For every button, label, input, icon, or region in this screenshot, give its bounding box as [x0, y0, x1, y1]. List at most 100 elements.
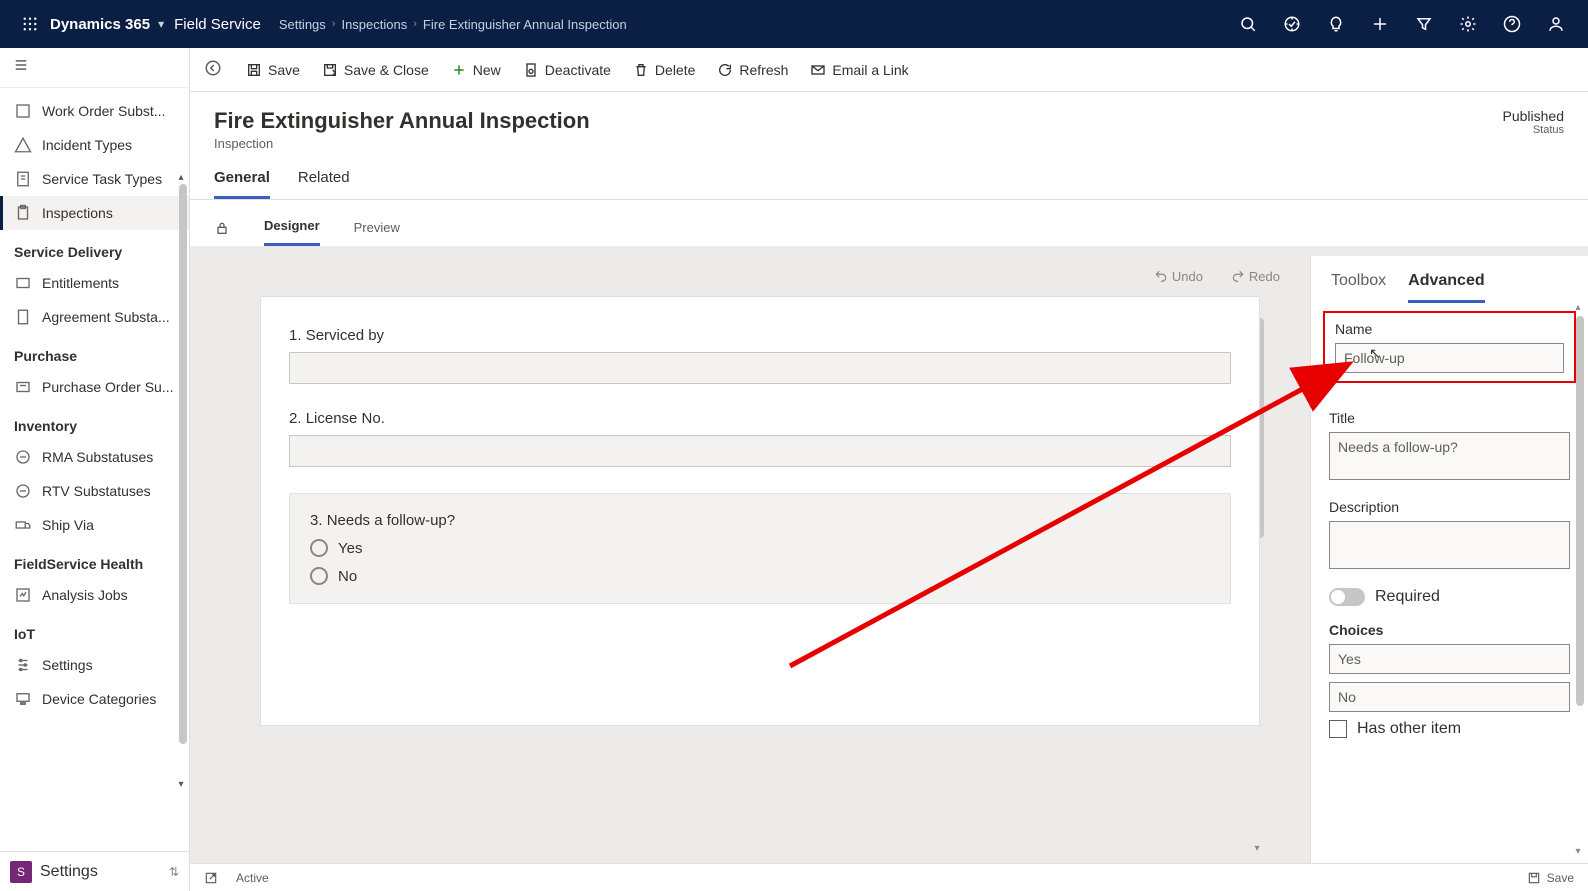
email-link-button[interactable]: Email a Link	[810, 62, 908, 78]
command-bar: Save Save & Close New Deactivate Delete …	[190, 48, 1588, 92]
cmd-label: Save & Close	[344, 62, 429, 78]
tab-advanced[interactable]: Advanced	[1408, 272, 1484, 303]
new-button[interactable]: New	[451, 62, 501, 78]
subtab-designer[interactable]: Designer	[264, 210, 320, 246]
sidebar-item-analysis[interactable]: Analysis Jobs	[0, 578, 189, 612]
bulb-icon[interactable]	[1314, 0, 1358, 48]
required-toggle[interactable]	[1329, 588, 1365, 606]
canvas-scroll-down-icon[interactable]: ▾	[1250, 843, 1264, 857]
description-input[interactable]	[1329, 521, 1570, 569]
sidebar-item-label: Agreement Substa...	[42, 309, 170, 325]
tab-general[interactable]: General	[214, 169, 270, 199]
record-status: Active	[236, 871, 269, 885]
app-launcher-icon[interactable]	[10, 0, 50, 48]
chevron-down-icon[interactable]: ▾	[158, 17, 164, 31]
sidebar-item-inspections[interactable]: Inspections	[0, 196, 189, 230]
highlighted-name-field: Name	[1323, 311, 1576, 383]
sidebar-item-label: Purchase Order Su...	[42, 379, 174, 395]
license-no-input[interactable]	[289, 435, 1231, 467]
sidebar-item-iot-settings[interactable]: Settings	[0, 648, 189, 682]
undo-button[interactable]: Undo	[1154, 269, 1203, 284]
brand-label[interactable]: Dynamics 365	[50, 16, 150, 33]
hamburger-icon[interactable]	[12, 58, 34, 77]
serviced-by-input[interactable]	[289, 352, 1231, 384]
sidebar-item-label: Analysis Jobs	[42, 587, 128, 603]
search-icon[interactable]	[1226, 0, 1270, 48]
footer-save[interactable]: Save	[1547, 871, 1574, 885]
scroll-down-icon[interactable]: ▾	[175, 779, 187, 791]
refresh-button[interactable]: Refresh	[717, 62, 788, 78]
tab-related[interactable]: Related	[298, 169, 350, 199]
radio-yes[interactable]: Yes	[310, 539, 1210, 557]
save-button[interactable]: Save	[246, 62, 300, 78]
redo-button[interactable]: Redo	[1231, 269, 1280, 284]
question-serviced-by[interactable]: 1. Serviced by	[289, 327, 1231, 384]
lock-icon	[214, 220, 230, 236]
sidebar-item-entitlements[interactable]: Entitlements	[0, 266, 189, 300]
panel-scroll-down-icon[interactable]: ▾	[1572, 846, 1584, 857]
popout-icon[interactable]	[204, 871, 218, 885]
sidebar-item-label: RMA Substatuses	[42, 449, 153, 465]
sidebar-section-purchase: Purchase	[0, 334, 189, 370]
save-icon[interactable]	[1527, 871, 1541, 885]
choice-yes-input[interactable]: Yes	[1329, 644, 1570, 674]
has-other-checkbox[interactable]	[1329, 720, 1347, 738]
designer-canvas: 1. Serviced by 2. License No. 3. Needs a…	[260, 296, 1260, 726]
page-subtitle: Inspection	[214, 136, 590, 151]
status-label: Status	[1503, 124, 1565, 136]
canvas-toolbar: Undo Redo	[200, 256, 1300, 296]
content-area: Save Save & Close New Deactivate Delete …	[190, 48, 1588, 891]
tab-toolbox[interactable]: Toolbox	[1331, 272, 1386, 303]
sidebar-scrollbar[interactable]	[179, 184, 187, 744]
scroll-up-icon[interactable]: ▴	[175, 172, 187, 184]
breadcrumb-settings[interactable]: Settings	[279, 17, 326, 32]
save-close-button[interactable]: Save & Close	[322, 62, 429, 78]
sidebar-item-rma[interactable]: RMA Substatuses	[0, 440, 189, 474]
help-icon[interactable]	[1490, 0, 1534, 48]
sidebar-item-ship-via[interactable]: Ship Via	[0, 508, 189, 542]
sidebar-area-switcher[interactable]: S Settings ⇅	[0, 851, 189, 891]
chevron-right-icon: ›	[332, 18, 336, 30]
btn-label: Redo	[1249, 269, 1280, 284]
title-input[interactable]: Needs a follow-up?	[1329, 432, 1570, 480]
sidebar-item-label: Incident Types	[42, 137, 132, 153]
filter-icon[interactable]	[1402, 0, 1446, 48]
breadcrumb-inspections[interactable]: Inspections	[341, 17, 407, 32]
name-input[interactable]	[1335, 343, 1564, 373]
plus-icon[interactable]	[1358, 0, 1402, 48]
has-other-row[interactable]: Has other item	[1329, 720, 1570, 738]
module-label[interactable]: Field Service	[174, 16, 261, 33]
cmd-label: Delete	[655, 62, 695, 78]
back-icon[interactable]	[204, 59, 224, 80]
target-icon[interactable]	[1270, 0, 1314, 48]
q-number: 3.	[310, 512, 323, 529]
sidebar-item-label: Entitlements	[42, 275, 119, 291]
sidebar-item-agreement[interactable]: Agreement Substa...	[0, 300, 189, 334]
subtab-preview[interactable]: Preview	[354, 212, 400, 245]
cmd-label: Save	[268, 62, 300, 78]
q-label: Serviced by	[306, 327, 384, 344]
sidebar-item-rtv[interactable]: RTV Substatuses	[0, 474, 189, 508]
user-icon[interactable]	[1534, 0, 1578, 48]
updown-icon: ⇅	[169, 865, 179, 879]
sidebar-item-device-cat[interactable]: Device Categories	[0, 682, 189, 716]
sidebar-item-service-task[interactable]: Service Task Types	[0, 162, 189, 196]
sidebar-item-label: Inspections	[42, 205, 113, 221]
sidebar-item-label: Work Order Subst...	[42, 103, 165, 119]
sidebar-item-incident-types[interactable]: Incident Types	[0, 128, 189, 162]
sidebar-item-purchase-order[interactable]: Purchase Order Su...	[0, 370, 189, 404]
area-badge: S	[10, 861, 32, 883]
status-badge: Published Status	[1503, 108, 1565, 136]
gear-icon[interactable]	[1446, 0, 1490, 48]
form-tabs: General Related	[190, 151, 1588, 200]
question-follow-up[interactable]: 3. Needs a follow-up? Yes No	[289, 493, 1231, 604]
sidebar-section-health: FieldService Health	[0, 542, 189, 578]
question-license-no[interactable]: 2. License No.	[289, 410, 1231, 467]
radio-no[interactable]: No	[310, 567, 1210, 585]
sidebar-item-work-order[interactable]: Work Order Subst...	[0, 94, 189, 128]
delete-button[interactable]: Delete	[633, 62, 695, 78]
choice-no-input[interactable]: No	[1329, 682, 1570, 712]
sidebar-section-service-delivery: Service Delivery	[0, 230, 189, 266]
deactivate-button[interactable]: Deactivate	[523, 62, 611, 78]
cmd-label: Refresh	[739, 62, 788, 78]
